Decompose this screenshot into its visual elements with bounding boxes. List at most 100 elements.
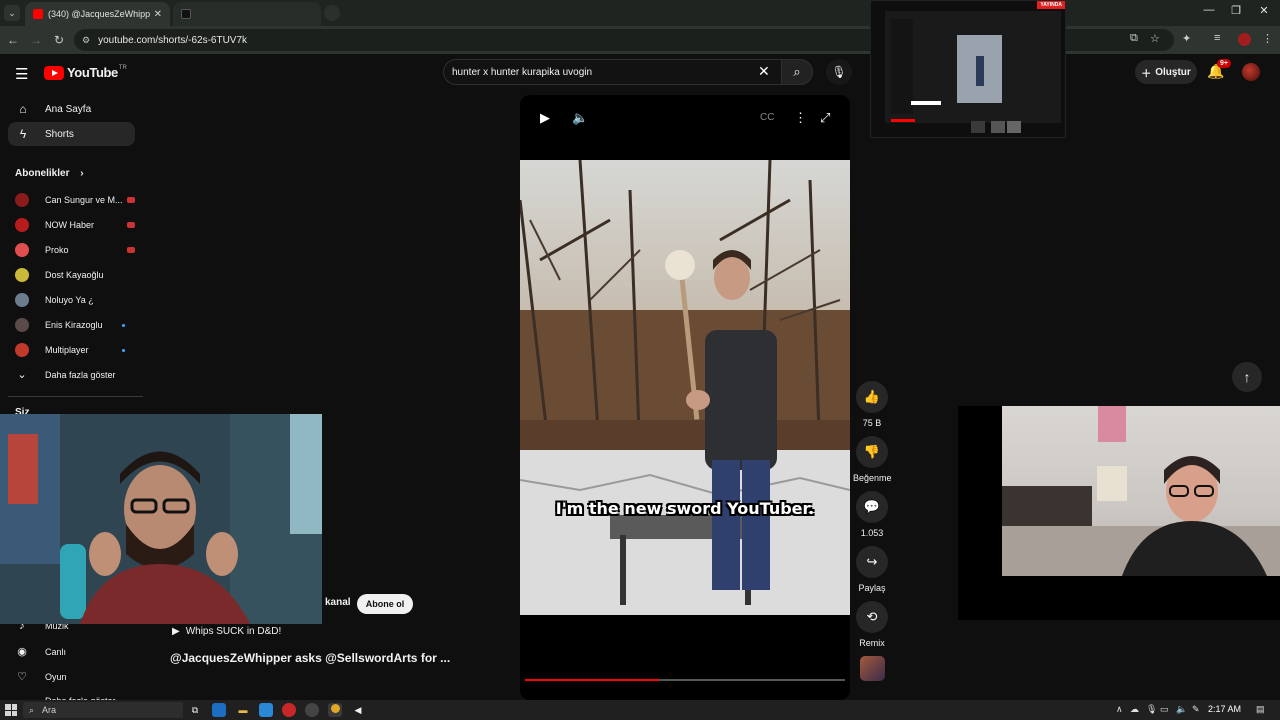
restore-button[interactable]: ❐ [1223, 4, 1249, 17]
new-tab-button[interactable] [324, 5, 340, 21]
search-query: hunter x hunter kurapika uvogin [452, 66, 593, 78]
dislike-label: Beğenme [853, 473, 892, 483]
subscription-item[interactable]: Multiplayer [15, 339, 135, 361]
browser-tab-tiktok[interactable] [173, 2, 321, 26]
pen-icon[interactable]: ✎ [1192, 704, 1200, 715]
search-icon: ⌕ [29, 704, 35, 715]
media-app-icon[interactable]: ◀ [351, 703, 365, 717]
shorts-icon: ϟ [19, 127, 27, 141]
cast-icon[interactable]: ⧉ [1130, 32, 1138, 45]
progress-bar[interactable] [525, 679, 845, 681]
subscription-item[interactable]: Noluyo Ya ¿ [15, 289, 135, 311]
like-button[interactable]: 👍 75 B [853, 381, 891, 428]
network-icon[interactable]: ▭ [1160, 704, 1169, 715]
sound-label: Whips SUCK in D&D! [185, 626, 282, 637]
captions-icon[interactable]: CC [760, 112, 774, 123]
close-window-button[interactable]: ✕ [1251, 4, 1277, 17]
show-hidden-icons[interactable]: ∧ [1116, 704, 1123, 715]
minimize-button[interactable]: — [1196, 4, 1222, 16]
play-button[interactable]: ▶ [540, 110, 550, 126]
microphone-icon[interactable]: 🎙 [1146, 704, 1157, 715]
close-tab-icon[interactable]: ✕ [154, 9, 162, 20]
record-app-icon[interactable] [282, 703, 296, 717]
subscription-item[interactable]: Can Sungur ve M... [15, 189, 135, 211]
subscription-item[interactable]: Dost Kayaoğlu [15, 264, 135, 286]
cloud-icon[interactable]: ☁ [1130, 704, 1139, 715]
new-content-dot-icon [122, 348, 125, 352]
volume-icon[interactable]: 🔈 [1176, 704, 1187, 715]
dislike-button[interactable]: 👎 Beğenme [853, 436, 892, 483]
picture-in-picture-preview: YAYINDA [870, 0, 1066, 138]
remix-button[interactable]: ⟲ Remix [853, 601, 891, 648]
voice-search-button[interactable]: 🎙 [826, 59, 852, 85]
short-sound-row[interactable]: ▶ Whips SUCK in D&D! [172, 626, 281, 637]
back-arrow-icon[interactable]: ← [6, 33, 20, 47]
shorts-player[interactable]: ▶ 🔈 CC ⋮ ⤢ I'm the new sword YouTuber. [520, 95, 850, 700]
volume-icon[interactable]: 🔈 [572, 110, 588, 126]
comment-icon: 💬 [856, 491, 888, 523]
channel-name: Multiplayer [45, 345, 89, 355]
taskbar-clock[interactable]: 2:17 AM [1208, 704, 1241, 714]
search-button[interactable]: ⌕ [781, 59, 813, 85]
subscription-item[interactable]: Enis Kirazoglu [15, 314, 135, 336]
reload-icon[interactable]: ↻ [52, 33, 66, 47]
sidebar-item-live[interactable]: ◉ Canlı [15, 645, 66, 658]
bookmark-star-icon[interactable]: ☆ [1150, 32, 1160, 45]
sidebar-divider [8, 396, 143, 397]
task-view-icon[interactable]: ⧉ [188, 703, 202, 717]
channel-avatar [15, 343, 29, 357]
search-input[interactable]: hunter x hunter kurapika uvogin [443, 59, 781, 85]
channel-name: Enis Kirazoglu [45, 320, 103, 330]
subscriptions-heading[interactable]: Abonelikler › [15, 168, 84, 179]
create-button[interactable]: ＋ Oluştur [1135, 60, 1197, 84]
account-avatar[interactable] [1242, 63, 1260, 81]
comment-count: 1.053 [860, 528, 884, 538]
media-controls-icon[interactable]: ≡ [1214, 32, 1220, 44]
plus-icon: ＋ [1141, 68, 1152, 80]
show-more-subscriptions[interactable]: ⌄ Daha fazla göster [15, 364, 135, 386]
tab-search-button[interactable]: ⌄ [4, 5, 20, 21]
channel-label[interactable]: kanal [325, 597, 351, 608]
file-explorer-icon[interactable]: ▬ [236, 703, 250, 717]
fullscreen-icon[interactable]: ⤢ [820, 110, 830, 126]
sidebar-item-shorts[interactable]: ϟ Shorts [8, 122, 135, 146]
sidebar-item-gaming[interactable]: ♡ Oyun [15, 670, 66, 683]
live-badge: YAYINDA [1037, 1, 1065, 9]
search-icon: ⌕ [793, 64, 801, 79]
store-icon[interactable] [259, 703, 273, 717]
video-frame[interactable] [520, 160, 850, 615]
obs-icon[interactable] [305, 703, 319, 717]
browser-tab-youtube[interactable]: (340) @JacquesZeWhipper asks ✕ [25, 2, 170, 26]
sound-thumbnail[interactable] [860, 656, 885, 681]
extensions-icon[interactable]: ✦ [1182, 32, 1191, 45]
comments-button[interactable]: 💬 1.053 [853, 491, 891, 538]
sidebar-item-label: Ana Sayfa [45, 103, 92, 115]
site-info-icon[interactable]: ⚙ [82, 35, 90, 46]
notifications-icon[interactable]: ▤ [1256, 704, 1265, 715]
browser-menu-icon[interactable]: ⋮ [1262, 32, 1273, 45]
subscribe-button[interactable]: Abone ol [357, 594, 413, 614]
windows-start-icon[interactable] [5, 704, 17, 716]
subscription-item[interactable]: Proko [15, 239, 135, 261]
more-options-icon[interactable]: ⋮ [794, 110, 807, 126]
tab-title: (340) @JacquesZeWhipper asks [48, 9, 150, 19]
share-button[interactable]: ↪ Paylaş [853, 546, 891, 593]
sidebar-item-label: Shorts [45, 128, 74, 140]
hamburger-menu-icon[interactable]: ☰ [15, 65, 28, 83]
browser-tab-strip: ⌄ (340) @JacquesZeWhipper asks ✕ — ❐ ✕ [0, 0, 1280, 26]
webcam-feed-left [0, 414, 322, 624]
youtube-logo[interactable]: YouTube TR [44, 65, 127, 80]
forward-arrow-icon[interactable]: → [29, 33, 43, 47]
clear-search-icon[interactable]: ✕ [758, 63, 770, 80]
like-count: 75 B [862, 418, 882, 428]
taskbar-search-input[interactable]: ⌕ Ara [23, 702, 183, 718]
subscription-item[interactable]: NOW Haber [15, 214, 135, 236]
short-title[interactable]: @JacquesZeWhipper asks @SellswordArts fo… [170, 651, 450, 665]
previous-short-button[interactable]: ↑ [1232, 362, 1262, 392]
live-indicator-icon [127, 197, 135, 203]
edge-browser-icon[interactable] [212, 703, 226, 717]
chrome-icon[interactable] [328, 703, 342, 717]
sidebar-item-home[interactable]: ⌂ Ana Sayfa [8, 97, 135, 121]
browser-profile-avatar[interactable] [1238, 33, 1251, 46]
progress-fill [525, 679, 660, 681]
